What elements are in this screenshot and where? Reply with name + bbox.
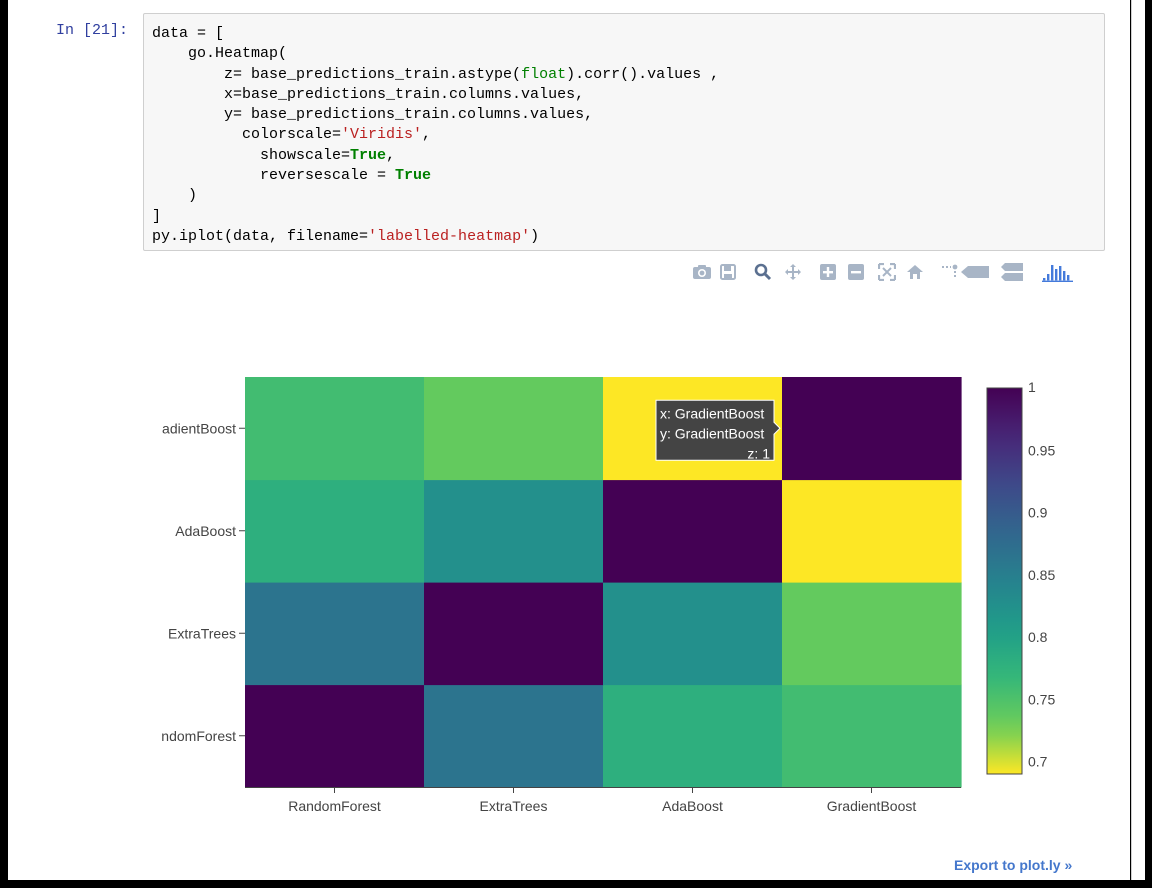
hover-tooltip-line: z: 1 [747,445,770,461]
notebook-page: In [21]: data = [ go.Heatmap( z= base_pr… [8,0,1130,880]
heatmap-cell[interactable] [424,582,604,686]
hover-tooltip-line: x: GradientBoost [660,405,764,421]
heatmap-cell[interactable] [603,479,783,583]
heatmap-cell[interactable] [424,684,604,788]
colorbar [986,387,1023,775]
heatmap-cell[interactable] [245,479,425,583]
heatmap-cell[interactable] [603,684,783,788]
hover-tooltip-line: y: GradientBoost [660,425,764,441]
y-tick-label: ndomForest [161,728,236,744]
heatmap-cell[interactable] [245,377,425,481]
colorbar-tick-label: 0.75 [1028,691,1055,707]
x-tick-label: RandomForest [288,798,381,814]
heatmap-cell[interactable] [782,479,962,583]
heatmap-cell[interactable] [245,582,425,686]
colorbar-tick-label: 1 [1028,379,1036,395]
heatmap-cell[interactable] [782,684,962,788]
heatmap-cell[interactable] [424,479,604,583]
heatmap-cell[interactable] [245,684,425,788]
colorbar-tick-label: 0.8 [1028,629,1048,645]
heatmap-cell[interactable] [782,377,962,481]
window-bottom-edge [0,880,1152,888]
x-tick-label: ExtraTrees [480,798,548,814]
hover-tooltip: x: GradientBoost y: GradientBoost z: 1 [655,399,781,461]
y-tick-label: ExtraTrees [168,625,236,641]
heatmap-chart: RandomForest ExtraTrees AdaBoost GradientBo… [161,377,1055,814]
colorbar-tick-label: 0.7 [1028,754,1048,770]
scrollbar[interactable] [1131,0,1145,880]
export-to-plotly-link[interactable]: Export to plot.ly » [954,857,1072,873]
heatmap-cell[interactable] [424,377,604,481]
y-tick-label: adientBoost [162,420,236,436]
heatmap-cell[interactable] [603,582,783,686]
y-tick-label: AdaBoost [175,523,236,539]
colorbar-tick-label: 0.85 [1028,567,1055,583]
x-tick-label: AdaBoost [662,798,723,814]
colorbar-tick-label: 0.95 [1028,442,1055,458]
x-tick-label: GradientBoost [827,798,917,814]
heatmap-cell[interactable] [782,582,962,686]
colorbar-tick-label: 0.9 [1028,505,1048,521]
